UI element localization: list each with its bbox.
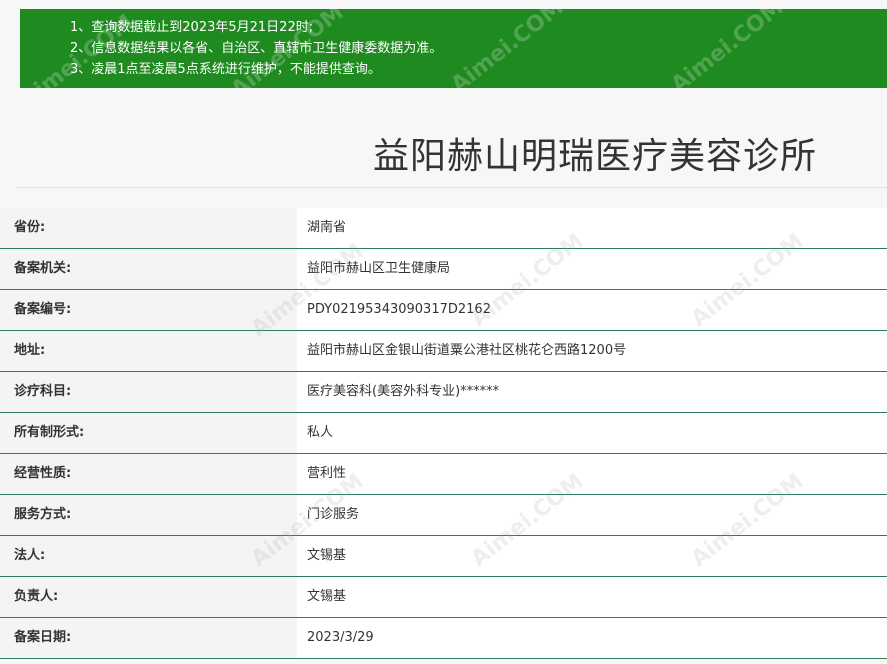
table-row: 备案机关: 益阳市赫山区卫生健康局 <box>0 249 887 290</box>
row-value: 医疗美容科(美容外科专业)****** <box>297 372 887 412</box>
row-label: 负责人: <box>0 577 297 617</box>
row-label: 备案日期: <box>0 618 297 658</box>
table-row: 备案日期: 2023/3/29 <box>0 618 887 659</box>
row-value: 益阳市赫山区卫生健康局 <box>297 249 887 289</box>
row-value: 门诊服务 <box>297 495 887 535</box>
row-value: 湖南省 <box>297 208 887 248</box>
details-table: 省份: 湖南省 备案机关: 益阳市赫山区卫生健康局 备案编号: PDY02195… <box>0 208 887 664</box>
row-value: 营利性 <box>297 454 887 494</box>
title-header: 益阳赫山明瑞医疗美容诊所 <box>17 97 887 188</box>
table-row: 诊疗科目: 医疗美容科(美容外科专业)****** <box>0 372 887 413</box>
notice-banner: 1、查询数据截止到2023年5月21日22时; 2、信息数据结果以各省、自治区、… <box>17 0 887 113</box>
table-row: 法人: 文锡基 <box>0 536 887 577</box>
row-label: 所有制形式: <box>0 413 297 453</box>
table-row: 经营性质: 营利性 <box>0 454 887 495</box>
table-row: 负责人: 文锡基 <box>0 577 887 618</box>
table-row: 服务方式: 门诊服务 <box>0 495 887 536</box>
clinic-title: 益阳赫山明瑞医疗美容诊所 <box>373 136 818 177</box>
notice-line-2: 2、信息数据结果以各省、自治区、直辖市卫生健康委数据为准。 <box>70 41 443 56</box>
table-row: 所有制形式: 私人 <box>0 413 887 454</box>
row-label: 备案编号: <box>0 290 297 330</box>
row-value: 私人 <box>297 413 887 453</box>
notice-line-3: 3、凌晨1点至凌晨5点系统进行维护，不能提供查询。 <box>70 62 381 77</box>
notice-line-1: 1、查询数据截止到2023年5月21日22时; <box>70 20 314 35</box>
row-value: 2023/3/29 <box>297 618 887 658</box>
page: 1、查询数据截止到2023年5月21日22时; 2、信息数据结果以各省、自治区、… <box>0 0 887 664</box>
row-label: 经营性质: <box>0 454 297 494</box>
row-value: PDY02195343090317D2162 <box>297 290 887 330</box>
row-label: 省份: <box>0 208 297 248</box>
table-row: 省份: 湖南省 <box>0 208 887 249</box>
row-value: 益阳市赫山区金银山街道粟公港社区桃花仑西路1200号 <box>297 331 887 371</box>
row-value: 文锡基 <box>297 536 887 576</box>
row-label: 法人: <box>0 536 297 576</box>
row-value: 文锡基 <box>297 577 887 617</box>
row-label: 地址: <box>0 331 297 371</box>
row-label: 服务方式: <box>0 495 297 535</box>
row-label: 备案机关: <box>0 249 297 289</box>
table-row: 地址: 益阳市赫山区金银山街道粟公港社区桃花仑西路1200号 <box>0 331 887 372</box>
table-row: 备案编号: PDY02195343090317D2162 <box>0 290 887 331</box>
row-label: 诊疗科目: <box>0 372 297 412</box>
